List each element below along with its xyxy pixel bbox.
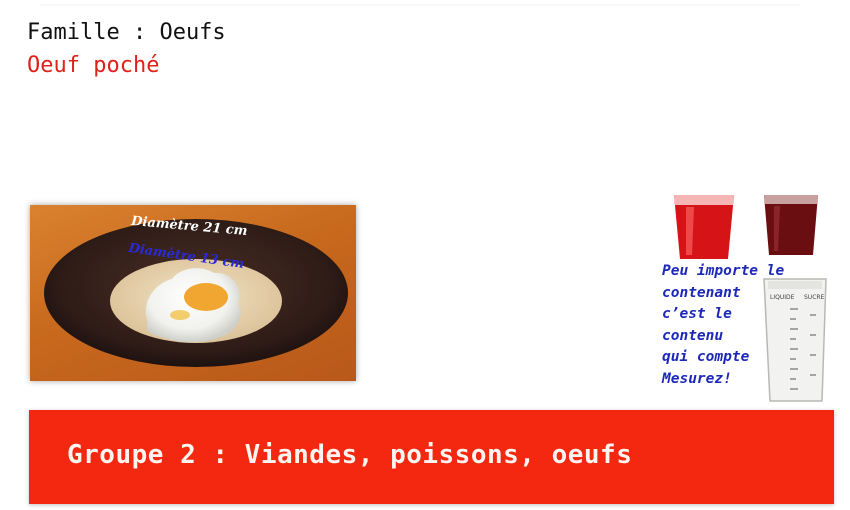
measure-note-line: contenant <box>662 284 741 301</box>
family-heading: Famille : Oeufs <box>27 20 226 45</box>
food-group-title: Groupe 2 : Viandes, poissons, oeufs <box>67 440 633 470</box>
egg-yolk <box>184 283 228 311</box>
plate-photo: Diamètre 21 cm Diamètre 13 cm <box>30 205 356 381</box>
egg-yolk-drip <box>170 310 190 320</box>
measure-note-line: Peu importe le <box>662 263 785 279</box>
dark-cup-image <box>764 195 818 255</box>
measure-note-line: contenu <box>662 327 724 344</box>
measure-note-line: qui compte <box>662 349 750 365</box>
measure-note: Peu importe le contenant c’est le conten… <box>662 261 832 390</box>
measure-note-line: c’est le <box>662 306 732 322</box>
top-divider <box>40 4 800 8</box>
red-cup-image <box>674 195 734 259</box>
measure-note-line: Mesurez! <box>662 370 732 387</box>
food-group-banner: Groupe 2 : Viandes, poissons, oeufs <box>29 410 834 504</box>
recipe-title: Oeuf poché <box>27 53 160 78</box>
